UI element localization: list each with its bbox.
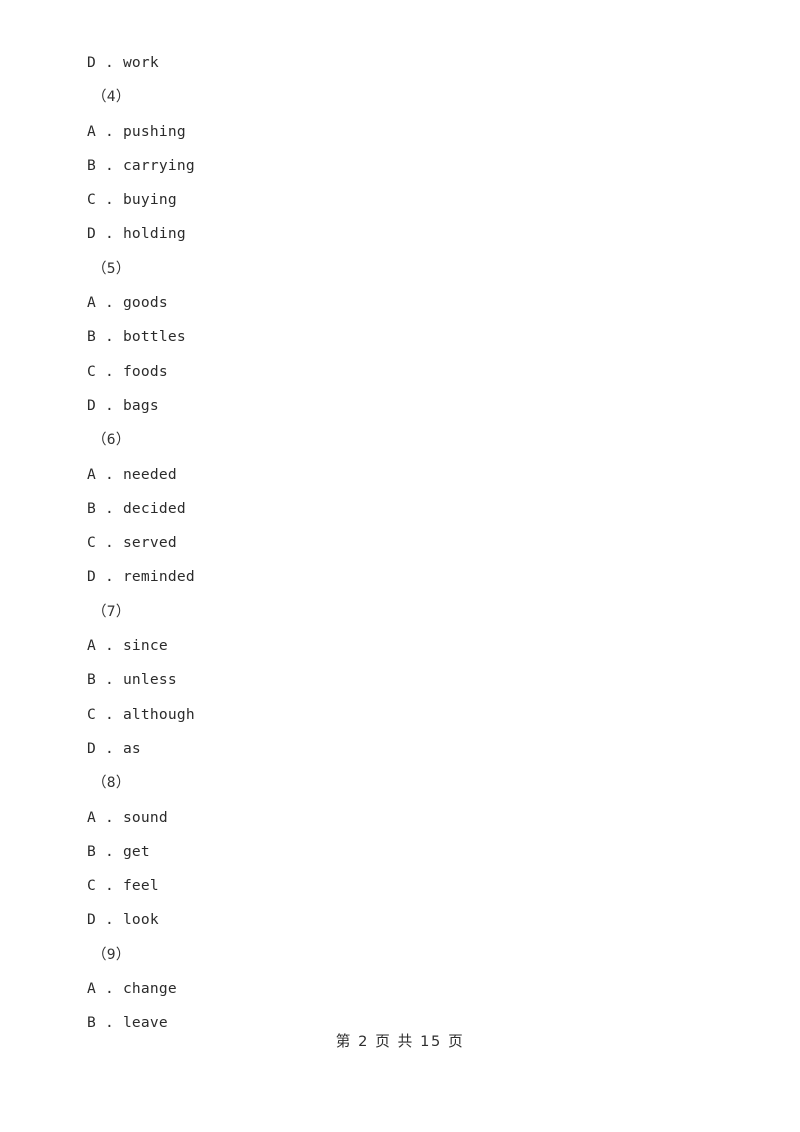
- question-number: （5）: [92, 259, 131, 277]
- document-page: D . work （4） A . pushing B . carrying C . bu…: [0, 0, 800, 1132]
- answer-option: A . since: [87, 637, 168, 655]
- answer-option: A . sound: [87, 808, 168, 826]
- question-number: （7）: [92, 602, 131, 620]
- answer-option: C . served: [87, 534, 177, 552]
- question-number: （9）: [92, 945, 131, 963]
- answer-option: C . although: [87, 705, 195, 723]
- answer-option: A . goods: [87, 294, 168, 312]
- answer-option: A . change: [87, 980, 177, 998]
- answer-option: B . get: [87, 842, 150, 860]
- answer-option: C . feel: [87, 877, 159, 895]
- answer-option: D . work: [87, 54, 159, 71]
- answer-options-list: D . work （4） A . pushing B . carrying C . bu…: [87, 46, 707, 1041]
- answer-option: B . decided: [87, 499, 186, 517]
- answer-option: D . look: [87, 911, 159, 929]
- page-footer: 第 2 页 共 15 页: [335, 1033, 465, 1050]
- question-number: （4）: [92, 88, 131, 106]
- answer-option: A . needed: [87, 465, 177, 483]
- answer-option: D . bags: [87, 396, 159, 414]
- answer-option: C . buying: [87, 191, 177, 209]
- question-number: （6）: [92, 431, 131, 449]
- answer-option: D . holding: [87, 225, 186, 243]
- answer-option: C . foods: [87, 362, 168, 380]
- answer-option: D . as: [87, 739, 141, 757]
- answer-option: B . bottles: [87, 328, 186, 346]
- answer-option: A . pushing: [87, 122, 186, 140]
- answer-option: D . reminded: [87, 568, 195, 586]
- question-number: （8）: [92, 774, 131, 792]
- answer-option: B . carrying: [87, 156, 195, 174]
- answer-option: B . unless: [87, 671, 177, 689]
